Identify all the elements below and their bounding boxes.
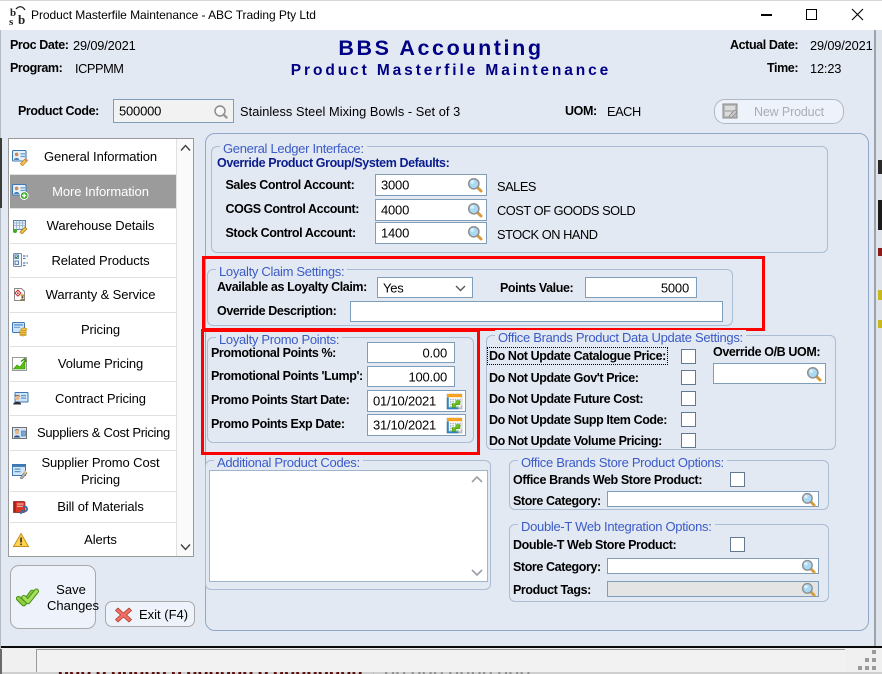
svg-text:b: b xyxy=(18,12,25,27)
svg-text:s: s xyxy=(9,16,14,27)
